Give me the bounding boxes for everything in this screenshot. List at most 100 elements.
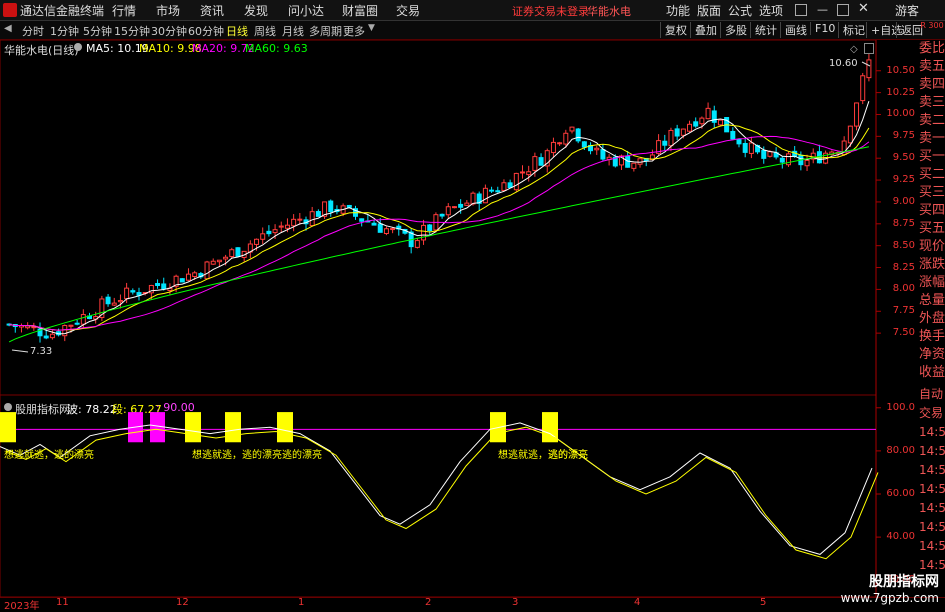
candle-body xyxy=(520,171,526,174)
minimize-icon[interactable]: — xyxy=(817,3,828,16)
annotation-text: 想逃就逃，逃的漂亮 xyxy=(192,450,282,461)
toolbar-mark[interactable]: 标记 xyxy=(838,22,869,38)
candle-body xyxy=(538,157,544,166)
period-tick[interactable]: 分时 xyxy=(22,23,44,39)
toolbar-multi-stock[interactable]: 多股 xyxy=(720,22,751,38)
stock-name-header: 华能水电 xyxy=(587,5,631,18)
candle-body xyxy=(254,238,260,245)
candle-body xyxy=(179,278,185,283)
menu-layout[interactable]: 版面 xyxy=(697,2,721,19)
candle-body xyxy=(223,256,229,260)
period-1m[interactable]: 1分钟 xyxy=(50,23,79,39)
period-monthly[interactable]: 月线 xyxy=(282,23,304,39)
indicator-chart[interactable] xyxy=(0,395,918,597)
signal-bar xyxy=(0,412,16,443)
quote-field: 卖二 xyxy=(919,113,945,128)
quote-field: 收益 xyxy=(919,365,945,380)
candle-body xyxy=(371,222,377,226)
chevron-down-icon[interactable]: ▼ xyxy=(368,23,375,33)
annotation-text: 逃的漂亮 xyxy=(548,450,588,461)
price-axis-label: 8.50 xyxy=(892,239,915,251)
period-15m[interactable]: 15分钟 xyxy=(114,23,150,39)
quote-field: 买一 xyxy=(919,149,945,164)
menu-market[interactable]: 市场 xyxy=(156,2,180,19)
quote-field: 卖四 xyxy=(919,77,945,92)
period-weekly[interactable]: 周线 xyxy=(254,23,276,39)
period-5m[interactable]: 5分钟 xyxy=(83,23,112,39)
candle-body xyxy=(427,224,433,232)
candle-body xyxy=(680,128,686,136)
period-daily[interactable]: 日线 xyxy=(226,23,248,39)
toolbar-f10[interactable]: F10 xyxy=(810,22,839,35)
trade-panel: 自动交易14:5614:5614:5614:5614:5614:5614:561… xyxy=(919,385,945,575)
collapse-icon[interactable]: ◀ xyxy=(4,23,12,34)
maximize-icon[interactable] xyxy=(837,4,849,16)
trade-field: 14:56 xyxy=(919,520,945,534)
trade-field: 14:56 xyxy=(919,463,945,477)
watermark: 股朋指标网 www.7gpzb.com xyxy=(841,571,939,605)
candle-body xyxy=(260,233,266,240)
close-icon[interactable]: ✕ xyxy=(858,1,869,16)
price-axis-label: 9.75 xyxy=(892,130,915,142)
candle-body xyxy=(359,218,365,222)
menu-news[interactable]: 资讯 xyxy=(200,2,224,19)
quote-field: 总量 xyxy=(919,293,945,308)
trade-field: 自动 xyxy=(919,387,944,401)
candle-body xyxy=(31,326,37,329)
window-icon[interactable] xyxy=(864,43,874,54)
menu-function[interactable]: 功能 xyxy=(666,2,690,19)
period-60m[interactable]: 60分钟 xyxy=(188,23,224,39)
toolbar-statistics[interactable]: 统计 xyxy=(750,22,781,38)
candle-body xyxy=(513,172,519,191)
candle-body xyxy=(458,203,464,208)
toolbar-draw[interactable]: 画线 xyxy=(780,22,811,38)
signal-bar xyxy=(185,412,201,443)
candle-body xyxy=(470,192,476,205)
candle-body xyxy=(705,107,711,120)
menu-options[interactable]: 选项 xyxy=(759,2,783,19)
diamond-icon[interactable]: ◇ xyxy=(850,44,858,55)
candle-body xyxy=(439,213,445,217)
quote-field: 卖一 xyxy=(919,131,945,146)
candle-body xyxy=(594,147,600,151)
period-toolbar: ◀ 分时 1分钟 5分钟 15分钟 30分钟 60分钟 日线 周线 月线 多周期… xyxy=(0,21,945,40)
menu-trade[interactable]: 交易 xyxy=(396,2,420,19)
candle-body xyxy=(631,162,637,169)
price-axis-label: 10.00 xyxy=(886,108,915,120)
quote-field: 外盘 xyxy=(919,311,945,326)
candle-body xyxy=(346,204,352,208)
candle-body xyxy=(451,206,457,209)
toolbar-restore-rights[interactable]: 复权 xyxy=(660,22,691,38)
signal-bar xyxy=(225,412,241,443)
restore-icon[interactable] xyxy=(795,4,807,16)
candle-body xyxy=(550,141,556,154)
menu-ask[interactable]: 问小达 xyxy=(288,2,324,19)
menu-quotes[interactable]: 行情 xyxy=(112,2,136,19)
date-label: 2 xyxy=(425,597,432,608)
candle-body xyxy=(284,224,290,229)
period-more[interactable]: 更多 xyxy=(343,23,365,39)
toolbar-overlay[interactable]: 叠加 xyxy=(690,22,721,38)
price-axis-label: 7.75 xyxy=(892,305,915,317)
menu-discover[interactable]: 发现 xyxy=(244,2,268,19)
login-warning[interactable]: 证券交易未登录 xyxy=(512,3,589,19)
high-price-label: 10.60 xyxy=(829,58,858,69)
candle-body xyxy=(43,335,49,339)
period-multi[interactable]: 多周期 xyxy=(309,23,342,39)
guest-button[interactable]: 游客 xyxy=(895,2,919,19)
app-title: 通达信金融终端 xyxy=(20,4,105,18)
candle-body xyxy=(161,283,167,290)
ma10-line xyxy=(9,124,870,331)
candle-body xyxy=(272,229,278,234)
candlestick-chart[interactable] xyxy=(0,40,918,395)
date-axis xyxy=(0,597,945,610)
period-30m[interactable]: 30分钟 xyxy=(151,23,187,39)
candle-body xyxy=(501,182,507,191)
wave-line xyxy=(0,422,873,555)
candle-body xyxy=(600,149,606,160)
candle-body xyxy=(674,128,680,137)
ma60-line xyxy=(8,146,869,343)
r-badge: R 300 xyxy=(920,21,944,30)
menu-formula[interactable]: 公式 xyxy=(728,2,752,19)
menu-wealth[interactable]: 财富圈 xyxy=(342,2,378,19)
